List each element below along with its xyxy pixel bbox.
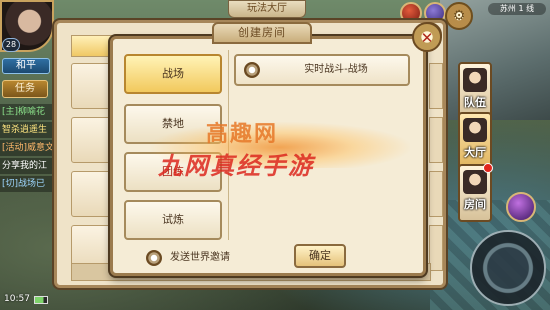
mode-forbidden-land-button[interactable]: 禁地	[124, 104, 222, 144]
room-button[interactable]: 房间	[458, 163, 493, 222]
clock: 10:57	[4, 294, 30, 304]
world-invite-label: 发送世界邀请	[170, 252, 230, 263]
attack-joystick[interactable]	[470, 230, 546, 306]
radio-icon	[244, 62, 260, 78]
task-tab[interactable]: 任务	[2, 80, 48, 98]
chat-line: 分享我的江	[0, 158, 52, 174]
room-slot-edge	[429, 171, 443, 217]
peace-mode-button[interactable]: 和平	[2, 58, 50, 74]
hall-button[interactable]: 大厅	[458, 112, 492, 170]
mode-battlefield-button[interactable]: 战场	[124, 54, 222, 94]
skill-icon[interactable]	[506, 192, 536, 222]
radio-icon	[146, 250, 162, 266]
room-label: 房间	[464, 198, 486, 211]
mode-team-training-button[interactable]: 团练	[124, 152, 222, 192]
hall-label: 大厅	[464, 146, 486, 159]
hall-title: 玩法大厅	[228, 0, 306, 18]
mode-trial-button[interactable]: 试炼	[124, 200, 222, 240]
room-slot-edge	[429, 63, 443, 109]
battery-icon	[34, 296, 48, 304]
chat-line: [主]柳喻花	[0, 104, 52, 120]
chat-line: [切]战场已	[0, 176, 52, 192]
world-invite-toggle[interactable]: 发送世界邀请	[144, 248, 274, 268]
chat-line: [活动]威意文	[0, 140, 52, 156]
dialog-close-button[interactable]: ✕	[412, 22, 442, 52]
confirm-button[interactable]: 确定	[294, 244, 346, 268]
dialog-divider	[228, 50, 229, 240]
room-slot-edge	[429, 117, 443, 163]
mode-list: 战场 禁地 团练 试炼	[124, 48, 228, 244]
region-label: 苏州 1 线	[488, 3, 546, 15]
dialog-title: 创建房间	[212, 22, 312, 44]
team-label: 队伍	[464, 96, 486, 109]
settings-icon[interactable]: ⚙	[445, 2, 473, 30]
chat-panel[interactable]: [主]柳喻花 智杀逍遥生 [活动]威意文 分享我的江 [切]战场已	[0, 104, 52, 194]
room-slot-edge	[429, 225, 443, 271]
team-icon	[463, 68, 487, 92]
player-level-badge: 28	[2, 38, 20, 52]
notification-dot	[483, 163, 493, 173]
chat-line: 智杀逍遥生	[0, 122, 52, 138]
hall-icon	[463, 118, 487, 142]
room-type-option[interactable]: 实时战斗-战场	[234, 54, 410, 86]
room-type-label: 实时战斗-战场	[304, 64, 368, 75]
close-icon: ✕	[420, 29, 434, 47]
room-icon	[463, 170, 487, 194]
